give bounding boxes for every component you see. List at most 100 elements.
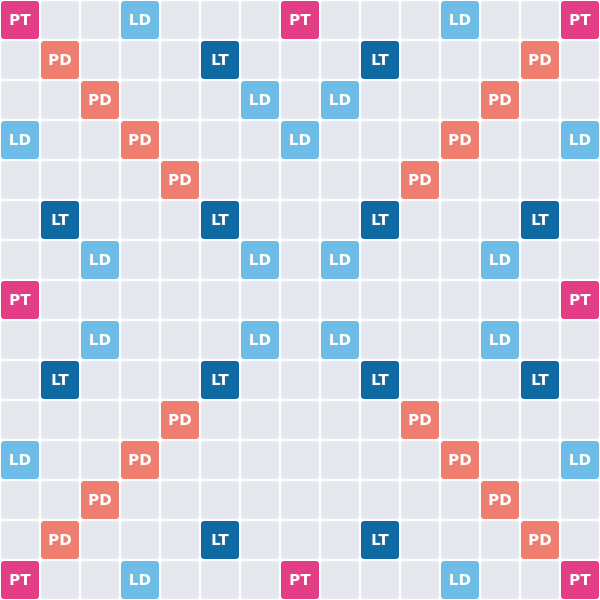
board-square[interactable] [441,201,479,239]
board-square[interactable] [401,441,439,479]
board-square[interactable] [401,521,439,559]
board-square[interactable] [561,521,599,559]
letter-triple-square[interactable]: LT [201,41,239,79]
board-square[interactable] [121,521,159,559]
board-square[interactable] [481,161,519,199]
board-square[interactable] [401,201,439,239]
board-square[interactable] [361,121,399,159]
board-square[interactable] [121,241,159,279]
board-square[interactable] [561,81,599,119]
board-square[interactable] [561,321,599,359]
board-square[interactable] [201,161,239,199]
board-square[interactable] [561,161,599,199]
board-square[interactable] [41,441,79,479]
board-square[interactable] [41,281,79,319]
premium-triple-word-square[interactable]: PT [281,1,319,39]
board-square[interactable] [41,561,79,599]
premium-double-word-square[interactable]: PD [41,41,79,79]
board-square[interactable] [441,321,479,359]
board-square[interactable] [401,481,439,519]
board-square[interactable] [441,361,479,399]
premium-double-word-square[interactable]: PD [161,161,199,199]
board-square[interactable] [401,241,439,279]
board-square[interactable] [401,561,439,599]
letter-double-square[interactable]: LD [121,561,159,599]
letter-triple-square[interactable]: LT [201,361,239,399]
premium-double-word-square[interactable]: PD [481,81,519,119]
premium-triple-word-square[interactable]: PT [1,561,39,599]
letter-triple-square[interactable]: LT [361,41,399,79]
board-square[interactable] [241,161,279,199]
board-square[interactable] [281,481,319,519]
board-square[interactable] [521,281,559,319]
board-square[interactable] [161,201,199,239]
board-square[interactable] [281,361,319,399]
board-square[interactable] [121,81,159,119]
board-square[interactable] [521,561,559,599]
board-square[interactable] [521,481,559,519]
premium-double-word-square[interactable]: PD [441,441,479,479]
premium-triple-word-square[interactable]: PT [1,281,39,319]
board-square[interactable] [401,281,439,319]
board-square[interactable] [161,441,199,479]
board-square[interactable] [441,481,479,519]
board-square[interactable] [361,161,399,199]
board-square[interactable] [321,41,359,79]
letter-double-square[interactable]: LD [481,241,519,279]
board-square[interactable] [441,281,479,319]
board-square[interactable] [361,1,399,39]
board-square[interactable] [321,121,359,159]
board-square[interactable] [401,321,439,359]
board-square[interactable] [121,481,159,519]
board-square[interactable] [201,241,239,279]
board-square[interactable] [241,201,279,239]
board-square[interactable] [361,481,399,519]
board-square[interactable] [41,241,79,279]
letter-double-square[interactable]: LD [561,441,599,479]
board-square[interactable] [201,481,239,519]
premium-triple-word-square[interactable]: PT [561,281,599,319]
board-square[interactable] [281,161,319,199]
letter-double-square[interactable]: LD [241,241,279,279]
letter-double-square[interactable]: LD [81,321,119,359]
board-square[interactable] [241,561,279,599]
board-square[interactable] [121,321,159,359]
board-square[interactable] [361,321,399,359]
board-square[interactable] [161,121,199,159]
board-square[interactable] [1,241,39,279]
letter-double-square[interactable]: LD [241,321,279,359]
board-square[interactable] [481,441,519,479]
board-square[interactable] [241,521,279,559]
board-square[interactable] [321,401,359,439]
board-square[interactable] [441,241,479,279]
board-square[interactable] [1,401,39,439]
board-square[interactable] [561,241,599,279]
premium-double-word-square[interactable]: PD [121,441,159,479]
board-square[interactable] [401,81,439,119]
board-square[interactable] [481,361,519,399]
board-square[interactable] [281,241,319,279]
letter-triple-square[interactable]: LT [521,361,559,399]
board-square[interactable] [481,121,519,159]
board-square[interactable] [41,81,79,119]
board-square[interactable] [201,121,239,159]
board-square[interactable] [41,321,79,359]
board-square[interactable] [161,561,199,599]
board-square[interactable] [161,361,199,399]
board-square[interactable] [561,361,599,399]
letter-double-square[interactable]: LD [1,441,39,479]
board-square[interactable] [1,81,39,119]
board-square[interactable] [321,1,359,39]
board-square[interactable] [121,361,159,399]
board-square[interactable] [361,441,399,479]
premium-double-word-square[interactable]: PD [401,161,439,199]
board-square[interactable] [441,41,479,79]
board-square[interactable] [281,401,319,439]
board-square[interactable] [401,361,439,399]
letter-double-square[interactable]: LD [81,241,119,279]
letter-double-square[interactable]: LD [1,121,39,159]
board-square[interactable] [321,481,359,519]
board-square[interactable] [281,321,319,359]
board-square[interactable] [121,41,159,79]
board-square[interactable] [321,201,359,239]
